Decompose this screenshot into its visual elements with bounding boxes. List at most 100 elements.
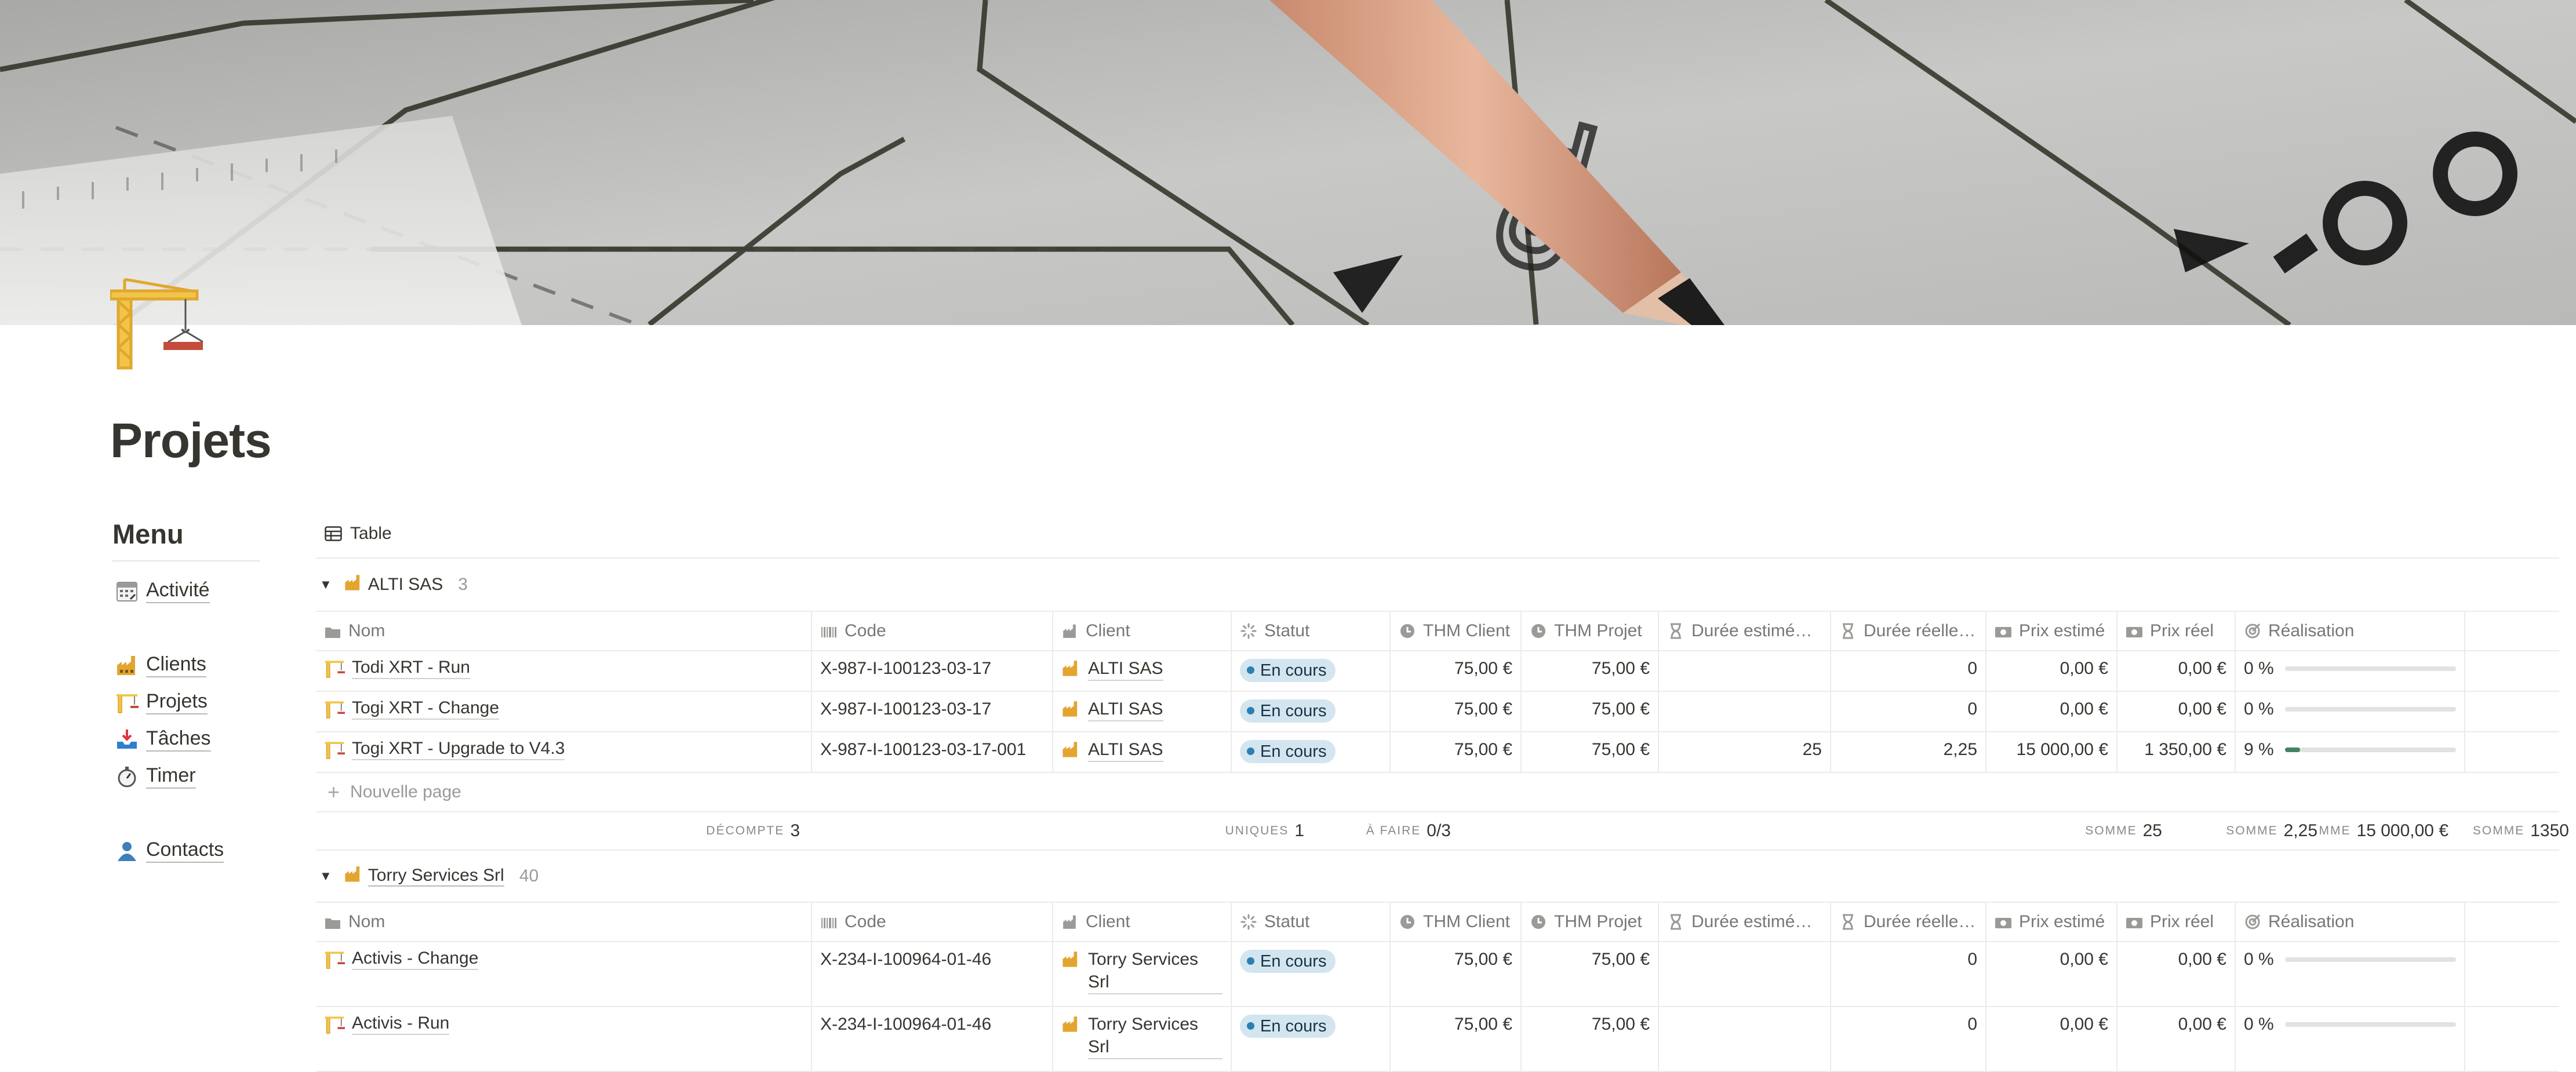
- banknote-icon: [1995, 623, 2012, 641]
- status-badge[interactable]: En cours: [1240, 658, 1336, 682]
- project-name[interactable]: Togi XRT - Upgrade to V4.3: [352, 738, 565, 760]
- empty-cell: [2464, 651, 2559, 692]
- client-link[interactable]: ALTI SAS: [1088, 738, 1163, 762]
- folder-icon: [324, 914, 341, 932]
- column-header-nom[interactable]: Nom: [316, 902, 812, 942]
- prix-estime-value: 15 000,00 €: [1985, 732, 2117, 773]
- progress-bar: [2284, 957, 2456, 962]
- table-row[interactable]: Togi XRT - Upgrade to V4.3 X-987-I-10012…: [316, 732, 2559, 773]
- construction-crane-icon: [324, 1013, 346, 1035]
- thm-projet-value: 75,00 €: [1520, 691, 1658, 732]
- factory-icon: [1061, 622, 1079, 640]
- status-badge[interactable]: En cours: [1240, 739, 1336, 763]
- menu-item-projets[interactable]: Projets: [115, 690, 208, 714]
- column-header-client[interactable]: Client: [1052, 902, 1231, 942]
- column-header-prix-reel[interactable]: Prix réel: [2116, 611, 2235, 651]
- column-header-thm-projet[interactable]: THM Projet: [1520, 902, 1658, 942]
- hourglass-icon: [1839, 913, 1857, 931]
- status-dot: [1247, 1022, 1254, 1030]
- thm-client-value: 75,00 €: [1389, 942, 1521, 1007]
- menu-item-clients[interactable]: Clients: [115, 653, 206, 677]
- calendar-icon: [115, 579, 139, 603]
- menu-item-contacts[interactable]: Contacts: [115, 838, 224, 863]
- menu-item-taches[interactable]: Tâches: [115, 727, 211, 752]
- project-name[interactable]: Activis - Run: [352, 1013, 450, 1035]
- status-badge[interactable]: En cours: [1240, 1014, 1336, 1038]
- table-row[interactable]: Activis - Run X-234-I-100964-01-46 Torry…: [316, 1007, 2559, 1072]
- calc-count[interactable]: DÉCOMPTE 3: [316, 812, 800, 849]
- inbox-tray-icon: [115, 727, 139, 752]
- column-header-client[interactable]: Client: [1052, 611, 1231, 651]
- status-badge[interactable]: En cours: [1240, 699, 1336, 723]
- status-dot: [1247, 748, 1254, 755]
- tab-table-view[interactable]: Table: [325, 524, 392, 544]
- column-header-duree-estimee[interactable]: Durée estimée ...: [1658, 902, 1831, 942]
- progress-bar: [2284, 748, 2456, 752]
- status-badge[interactable]: En cours: [1240, 949, 1336, 973]
- new-page-button[interactable]: + Nouvelle page: [316, 773, 2559, 812]
- column-header-code[interactable]: Code: [811, 611, 1053, 651]
- column-header-prix-reel[interactable]: Prix réel: [2116, 902, 2235, 942]
- column-header-empty[interactable]: [2464, 902, 2559, 942]
- calc-unique[interactable]: UNIQUES 1: [1087, 812, 1304, 849]
- column-header-prix-estime[interactable]: Prix estimé: [1985, 902, 2117, 942]
- plus-icon: +: [328, 780, 340, 804]
- thm-client-value: 75,00 €: [1389, 691, 1521, 732]
- column-header-code[interactable]: Code: [811, 902, 1053, 942]
- cover-image: G L: [0, 0, 2576, 325]
- column-header-empty[interactable]: [2464, 611, 2559, 651]
- column-header-duree-reelle[interactable]: Durée réelle ...: [1830, 902, 1986, 942]
- project-name[interactable]: Togi XRT - Change: [352, 698, 500, 720]
- stopwatch-icon: [115, 764, 139, 789]
- group-collapse-toggle[interactable]: ▼: [319, 577, 332, 592]
- client-link[interactable]: ALTI SAS: [1088, 657, 1163, 681]
- duree-estimee-value: [1658, 942, 1831, 1007]
- table-row[interactable]: Todi XRT - Run X-987-I-100123-03-17 ALTI…: [316, 651, 2559, 692]
- client-link[interactable]: Torry Services Srl: [1088, 1013, 1222, 1059]
- calc-todo[interactable]: À FAIRE 0/3: [1297, 812, 1451, 849]
- client-link[interactable]: Torry Services Srl: [1088, 948, 1222, 994]
- project-name[interactable]: Todi XRT - Run: [352, 657, 470, 679]
- target-icon: [2244, 913, 2261, 931]
- column-header-prix-estime[interactable]: Prix estimé: [1985, 611, 2117, 651]
- column-header-realisation[interactable]: Réalisation: [2235, 902, 2465, 942]
- column-header-duree-estimee[interactable]: Durée estimée ...: [1658, 611, 1831, 651]
- view-tabs: Table: [316, 510, 2559, 559]
- group-name[interactable]: ALTI SAS: [368, 575, 443, 595]
- prix-reel-value: 0,00 €: [2116, 1007, 2235, 1072]
- banknote-icon: [2126, 623, 2143, 641]
- person-icon: [115, 838, 139, 863]
- clock-icon: [1399, 913, 1416, 931]
- column-header-statut[interactable]: Statut: [1231, 902, 1390, 942]
- barcode-icon: [820, 914, 838, 932]
- project-name[interactable]: Activis - Change: [352, 948, 479, 970]
- duree-reelle-value: 0: [1830, 942, 1986, 1007]
- status-loader-icon: [1240, 913, 1257, 931]
- table-row[interactable]: Togi XRT - Change X-987-I-100123-03-17 A…: [316, 691, 2559, 732]
- column-header-realisation[interactable]: Réalisation: [2235, 611, 2465, 651]
- construction-crane-icon[interactable]: [108, 278, 208, 371]
- table-row[interactable]: Activis - Change X-234-I-100964-01-46 To…: [316, 942, 2559, 1007]
- menu-item-activite[interactable]: Activité: [115, 579, 210, 603]
- client-link[interactable]: ALTI SAS: [1088, 698, 1163, 721]
- projects-table: Nom Code Client Statut THM Client THM Pr…: [316, 611, 2559, 773]
- menu-item-timer[interactable]: Timer: [115, 764, 196, 789]
- factory-icon: [1061, 740, 1081, 760]
- column-header-nom[interactable]: Nom: [316, 611, 812, 651]
- progress-bar: [2284, 666, 2456, 671]
- group-collapse-toggle[interactable]: ▼: [319, 869, 332, 884]
- clock-icon: [1399, 622, 1416, 640]
- column-header-thm-projet[interactable]: THM Projet: [1520, 611, 1658, 651]
- group-name[interactable]: Torry Services Srl: [368, 866, 504, 887]
- table-header-row: Nom Code Client Statut THM Client THM Pr…: [316, 902, 2559, 942]
- duree-estimee-value: [1658, 1007, 1831, 1072]
- thm-client-value: 75,00 €: [1389, 732, 1521, 773]
- column-header-duree-reelle[interactable]: Durée réelle ...: [1830, 611, 1986, 651]
- column-header-thm-client[interactable]: THM Client: [1389, 611, 1521, 651]
- calc-sum-prix-reel[interactable]: SOMME 1350: [2403, 812, 2569, 849]
- menu-item-label: Projets: [146, 690, 208, 714]
- column-header-thm-client[interactable]: THM Client: [1389, 902, 1521, 942]
- calculation-row: DÉCOMPTE 3 UNIQUES 1 À FAIRE 0/3 SOMME 25 SO…: [316, 812, 2569, 851]
- column-header-statut[interactable]: Statut: [1231, 611, 1390, 651]
- hourglass-icon: [1667, 913, 1684, 931]
